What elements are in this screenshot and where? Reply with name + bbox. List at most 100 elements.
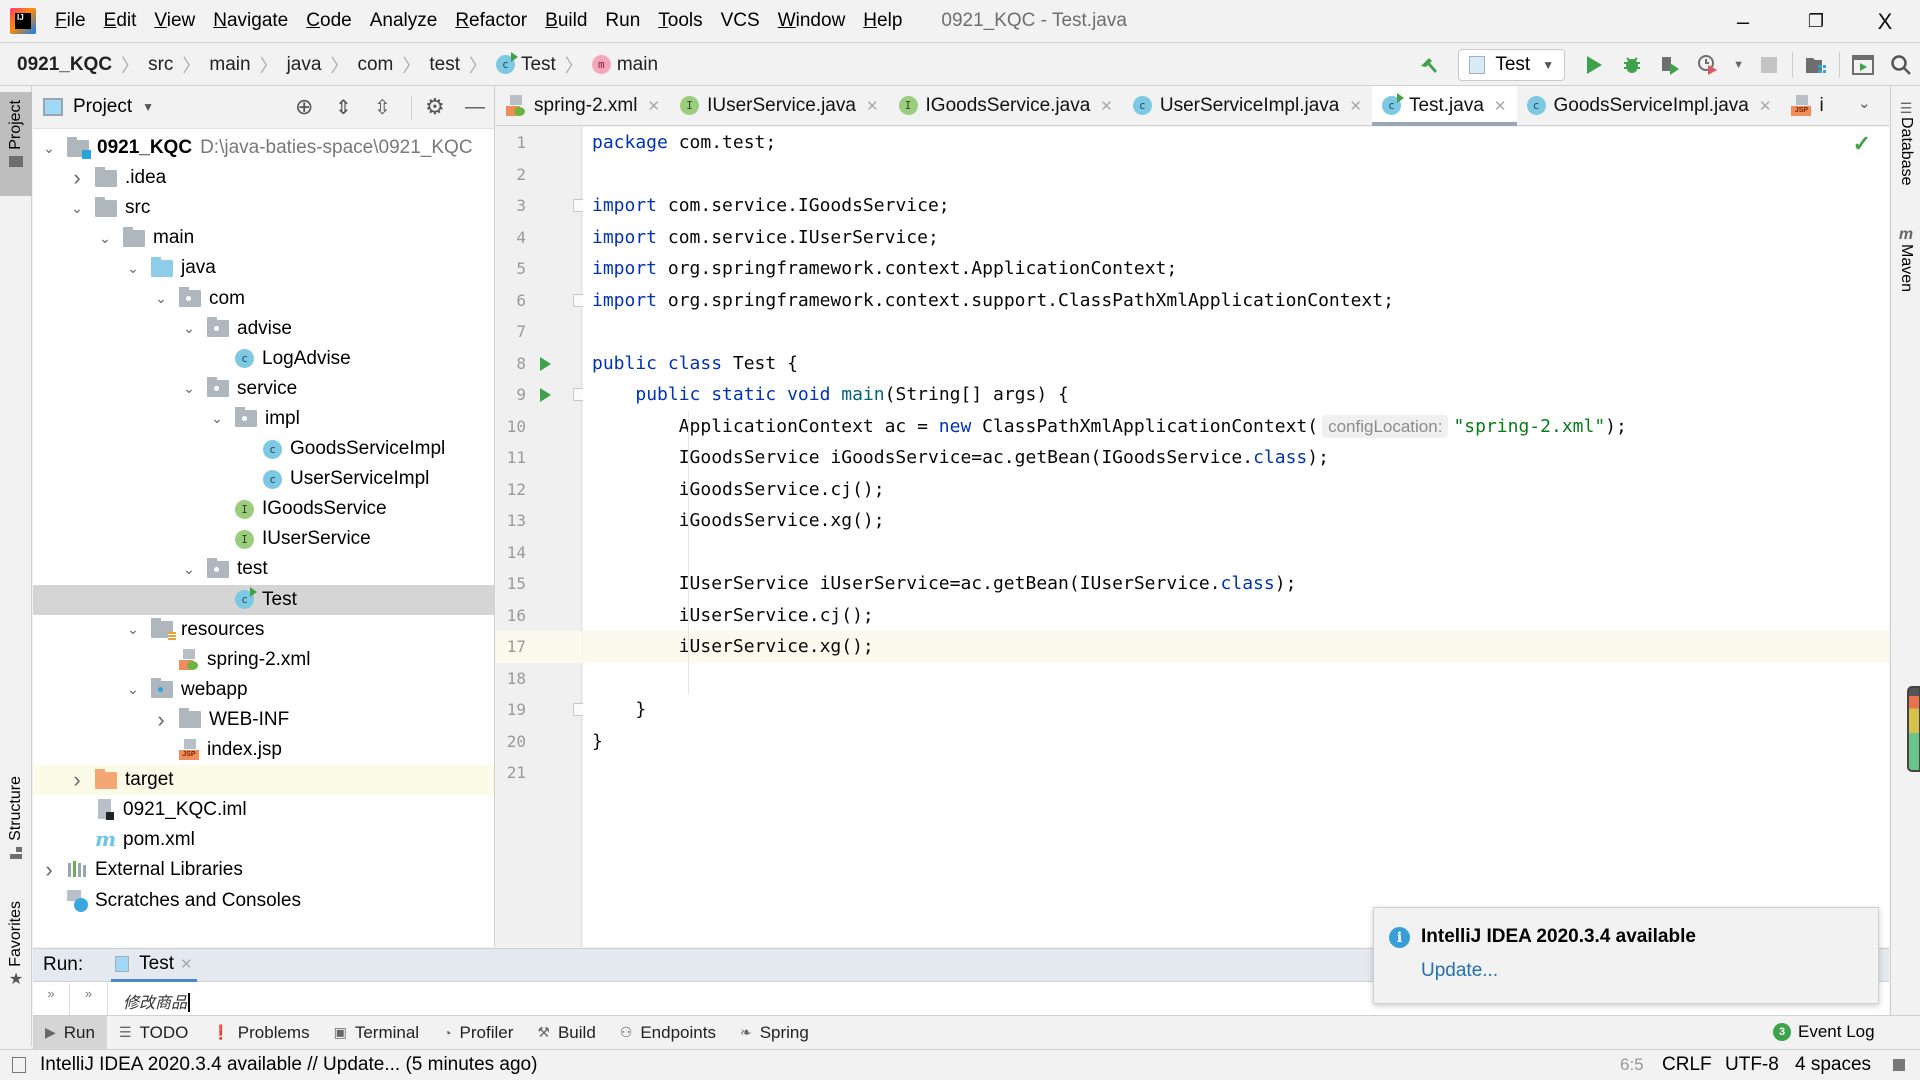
debug-bug-icon[interactable] [1617, 50, 1647, 80]
profiler-icon[interactable] [1693, 50, 1723, 80]
code-editor[interactable]: ✓ package com.test; import com.service.IG… [583, 127, 1889, 947]
console-output[interactable]: 修改商品 [123, 989, 191, 1016]
editor-tab[interactable]: c GoodsServiceImpl.java ✕ [1517, 86, 1782, 126]
tree-item[interactable]: I IGoodsService [33, 494, 494, 524]
tool-tab-build[interactable]: ⚒ Build [525, 1016, 607, 1050]
tree-item[interactable]: › .idea [33, 163, 494, 193]
indent-setting[interactable]: 4 spaces [1795, 1054, 1871, 1076]
tool-tab-run[interactable]: ▶ Run [33, 1015, 107, 1050]
tree-item[interactable]: ⌄ main [33, 223, 494, 253]
chevron-down-icon[interactable]: ⌄ [125, 681, 141, 698]
run-gutter-icon[interactable] [540, 388, 551, 402]
chevron-right-icon[interactable]: › [153, 707, 169, 733]
coverage-icon[interactable] [1655, 50, 1685, 80]
collapse-all-icon[interactable]: ⇳ [374, 95, 391, 120]
run-tab-test[interactable]: Test ✕ [111, 949, 197, 982]
breadcrumb-item[interactable]: src [148, 54, 173, 76]
tree-item[interactable]: ⌄ com [33, 284, 494, 314]
tool-tab-todo[interactable]: ☰ TODO [107, 1016, 200, 1050]
chevron-down-icon[interactable]: ⌄ [181, 320, 197, 337]
menu-view[interactable]: View [145, 10, 204, 32]
tree-item[interactable]: › WEB-INF [33, 705, 494, 735]
editor-tab[interactable]: c UserServiceImpl.java ✕ [1123, 86, 1372, 126]
chevron-right-icon[interactable]: › [41, 857, 57, 883]
tree-item[interactable]: I IUserService [33, 524, 494, 554]
menu-refactor[interactable]: Refactor [446, 10, 536, 32]
tree-item[interactable]: ⌄ test [33, 554, 494, 584]
tool-tab-endpoints[interactable]: ⚇ Endpoints [608, 1016, 728, 1050]
menu-run[interactable]: Run [596, 10, 649, 32]
expand-toolbar-icon[interactable]: » [33, 983, 70, 1016]
tree-item[interactable]: Scratches and Consoles [33, 886, 494, 916]
tool-tab-structure[interactable]: Structure [0, 776, 32, 886]
chevron-down-icon[interactable]: ⌄ [41, 140, 57, 157]
editor-tab[interactable]: JSP i [1781, 86, 1833, 126]
tree-item[interactable]: m pom.xml [33, 825, 494, 855]
restore-button[interactable]: ❐ [1786, 0, 1846, 43]
chevron-down-icon[interactable]: ⌄ [69, 200, 85, 217]
close-button[interactable]: X [1855, 0, 1915, 43]
menu-vcs[interactable]: VCS [712, 10, 769, 32]
locate-file-icon[interactable]: ⊕ [295, 94, 313, 120]
chevron-down-icon[interactable]: ⌄ [125, 621, 141, 638]
editor-tab[interactable]: c Test.java ✕ [1371, 85, 1517, 126]
breadcrumb-item[interactable]: java [287, 54, 322, 76]
settings-gear-icon[interactable]: ⚙ [425, 94, 445, 120]
tool-tab-favorites[interactable]: Favorites ★ [0, 901, 32, 1011]
chevron-down-icon[interactable]: ⌄ [153, 290, 169, 307]
close-tab-icon[interactable]: ✕ [866, 97, 879, 115]
expand-all-icon[interactable]: ⇕ [335, 95, 352, 120]
update-link[interactable]: Update... [1421, 960, 1498, 982]
tree-item[interactable]: ⌄ src [33, 193, 494, 223]
line-separator[interactable]: CRLF [1662, 1054, 1712, 1076]
run-configuration-select[interactable]: Test ▼ [1458, 49, 1566, 81]
tree-item[interactable]: JSP index.jsp [33, 735, 494, 765]
breadcrumb-item[interactable]: 0921_KQC [17, 54, 112, 76]
search-everywhere-icon[interactable] [1886, 50, 1916, 80]
status-toggle-icon[interactable] [12, 1057, 26, 1073]
tree-item[interactable]: c Test [33, 584, 494, 615]
breadcrumb-item[interactable]: test [429, 54, 460, 76]
menu-code[interactable]: Code [297, 10, 360, 32]
tree-item[interactable]: › External Libraries [33, 855, 494, 885]
menu-window[interactable]: Window [769, 10, 855, 32]
project-view-selector[interactable]: Project [73, 96, 132, 118]
tree-item[interactable]: ⌄ java [33, 253, 494, 283]
run-gutter-icon[interactable] [540, 356, 551, 371]
menu-edit[interactable]: Edit [95, 10, 146, 32]
close-tab-icon[interactable]: ✕ [1759, 97, 1772, 115]
editor-tab[interactable]: spring-2.xml ✕ [496, 86, 670, 126]
editor-tab[interactable]: I IGoodsService.java ✕ [889, 86, 1123, 126]
chevron-down-icon[interactable]: ⌄ [181, 380, 197, 397]
tree-item[interactable]: ⌄ impl [33, 404, 494, 434]
chevron-down-icon[interactable]: ⌄ [125, 260, 141, 277]
menu-navigate[interactable]: Navigate [204, 10, 297, 32]
tree-item[interactable]: ⌄ 0921_KQC D:\java-baties-space\0921_KQC [33, 133, 494, 163]
tree-item[interactable]: ⌄ service [33, 374, 494, 404]
chevron-down-icon[interactable]: ⌄ [209, 410, 225, 427]
breadcrumb-item[interactable]: com [357, 54, 393, 76]
tree-item[interactable]: › target [33, 765, 494, 796]
project-structure-icon[interactable] [1801, 50, 1831, 80]
minimize-button[interactable]: – [1713, 0, 1773, 43]
editor-tab[interactable]: I IUserService.java ✕ [670, 86, 888, 126]
chevron-down-icon[interactable]: ▼ [142, 100, 154, 114]
close-tab-icon[interactable]: ✕ [180, 955, 193, 973]
tool-tab-problems[interactable]: ❗ Problems [200, 1016, 321, 1050]
expand-toolbar-icon[interactable]: » [70, 983, 107, 1016]
close-tab-icon[interactable]: ✕ [1494, 97, 1507, 115]
caret-position[interactable]: 6:5 [1620, 1055, 1644, 1075]
build-hammer-icon[interactable] [1414, 50, 1444, 80]
chevron-right-icon[interactable]: › [69, 767, 85, 793]
lock-icon[interactable] [1893, 1059, 1905, 1071]
stop-icon[interactable] [1754, 50, 1784, 80]
close-tab-icon[interactable]: ✕ [1100, 97, 1113, 115]
breadcrumb-item[interactable]: m main [591, 54, 658, 76]
tool-tab-spring[interactable]: ❧ Spring [728, 1016, 821, 1050]
memory-indicator[interactable] [1907, 686, 1920, 772]
tree-item[interactable]: c GoodsServiceImpl [33, 434, 494, 464]
tree-item[interactable]: c LogAdvise [33, 344, 494, 374]
tree-item[interactable]: c UserServiceImpl [33, 464, 494, 494]
tool-tab-profiler[interactable]: ◔ Profiler [431, 1016, 525, 1050]
tool-tab-database[interactable]: ☰ Database [1891, 100, 1920, 210]
